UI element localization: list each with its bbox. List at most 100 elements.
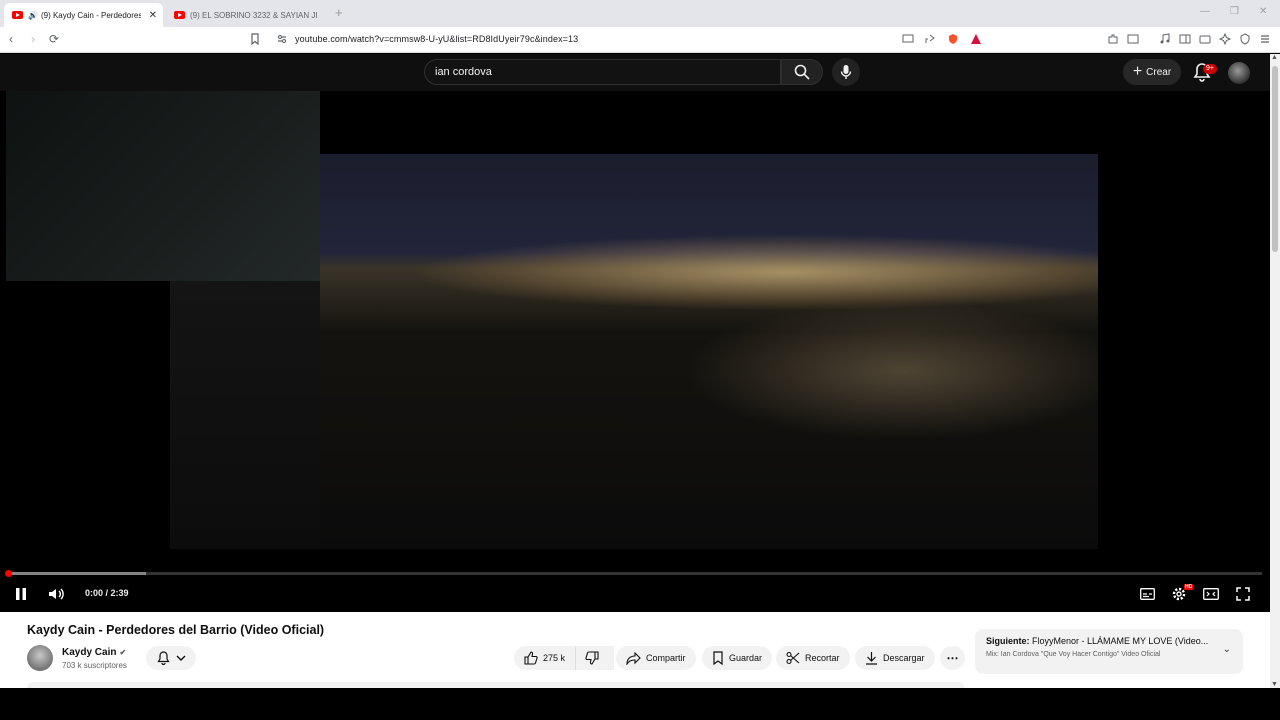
- extensions-icon[interactable]: [1107, 33, 1119, 45]
- forward-icon[interactable]: ›: [31, 32, 35, 46]
- channel-avatar[interactable]: [27, 645, 53, 671]
- browser-toolbar: ‹ › ⟳ youtube.com/watch?v=cmmsw8-U-yU&li…: [0, 27, 1280, 53]
- download-label: Descargar: [883, 653, 925, 663]
- pause-icon: [16, 588, 26, 600]
- bookmark-icon[interactable]: [249, 33, 261, 45]
- picture-in-picture-overlay[interactable]: [6, 91, 320, 281]
- more-horizontal-icon: ⋯: [946, 651, 959, 665]
- clip-label: Recortar: [805, 653, 840, 663]
- leo-ai-icon[interactable]: [1219, 33, 1231, 45]
- dislike-button[interactable]: [575, 646, 608, 670]
- media-controls-icon[interactable]: [1159, 33, 1171, 45]
- up-next-prefix: Siguiente:: [986, 636, 1030, 646]
- restore-icon[interactable]: ❐: [1230, 6, 1239, 17]
- share-icon: [626, 651, 641, 665]
- fullscreen-icon: [1236, 587, 1250, 601]
- verified-icon: ✔: [119, 648, 127, 657]
- clip-button[interactable]: Recortar: [776, 646, 850, 670]
- create-label: Crear: [1146, 66, 1172, 78]
- reload-icon[interactable]: ⟳: [49, 32, 59, 46]
- scrubber-handle[interactable]: [5, 570, 12, 577]
- video-info-section: Kaydy Cain - Perdedores del Barrio (Vide…: [0, 612, 1270, 688]
- progress-bar[interactable]: [5, 570, 1262, 577]
- subscription-bell-button[interactable]: [146, 646, 196, 670]
- menu-icon[interactable]: [1259, 33, 1271, 45]
- video-title: Kaydy Cain - Perdedores del Barrio (Vide…: [27, 623, 325, 637]
- youtube-favicon-icon: [174, 11, 185, 19]
- save-label: Guardar: [729, 653, 763, 663]
- search-icon: [794, 64, 810, 80]
- pause-button[interactable]: [14, 586, 28, 602]
- search-button[interactable]: [781, 59, 823, 85]
- new-tab-icon[interactable]: +: [335, 5, 343, 20]
- taskbar-area: [0, 688, 1280, 720]
- subtitles-button[interactable]: [1140, 586, 1155, 602]
- theater-mode-button[interactable]: [1203, 586, 1219, 602]
- tab-title: (9) EL SOBRINO 3232 & SAYIAN JIMMY: [190, 10, 318, 20]
- browser-tab[interactable]: (9) EL SOBRINO 3232 & SAYIAN JIMMY: [166, 3, 326, 27]
- vpn-shield-icon[interactable]: [1239, 33, 1251, 45]
- scroll-down-arrow-icon[interactable]: ▼: [1271, 681, 1278, 688]
- chevron-down-icon[interactable]: ⌄: [1223, 644, 1231, 655]
- tab-title: (9) Kaydy Cain - Perdedores del Barrio (…: [40, 10, 141, 20]
- up-next-title: FloyyMenor - LLÁMAME MY LOVE (Video...: [1032, 636, 1209, 646]
- search-input[interactable]: ian cordova: [424, 59, 781, 85]
- video-frame-left: [170, 281, 320, 549]
- back-icon[interactable]: ‹: [9, 32, 13, 46]
- plus-icon: +: [1132, 63, 1143, 80]
- share-label: Compartir: [646, 653, 686, 663]
- up-next-title-line: Siguiente: FloyyMenor - LLÁMAME MY LOVE …: [986, 636, 1216, 646]
- up-next-playlist: Mix: Ian Cordova "Que Voy Hacer Contigo"…: [986, 651, 1161, 658]
- scrollbar-thumb[interactable]: [1272, 66, 1278, 252]
- notifications-badge: 9+: [1203, 64, 1217, 74]
- share-button[interactable]: Compartir: [616, 646, 696, 670]
- sidebar-icon[interactable]: [1179, 33, 1191, 45]
- subtitles-icon: [1140, 588, 1155, 600]
- channel-name[interactable]: Kaydy Cain ✔: [62, 647, 126, 658]
- account-avatar[interactable]: [1228, 62, 1250, 84]
- save-button[interactable]: Guardar: [702, 646, 773, 670]
- bell-icon: [156, 651, 170, 665]
- download-icon: [866, 652, 877, 665]
- audio-playing-icon[interactable]: 🔊: [28, 11, 38, 20]
- translate-icon[interactable]: [1127, 33, 1139, 45]
- cast-icon[interactable]: [902, 33, 914, 45]
- close-window-icon[interactable]: ✕: [1259, 6, 1267, 17]
- brave-shield-icon[interactable]: [947, 33, 959, 45]
- thumbs-up-icon: [524, 651, 538, 665]
- volume-icon: [49, 588, 64, 600]
- share-page-icon[interactable]: [924, 33, 936, 45]
- theater-mode-icon: [1203, 588, 1219, 600]
- chevron-down-icon: [176, 655, 185, 661]
- screen: 🔊 (9) Kaydy Cain - Perdedores del Barrio…: [0, 0, 1280, 720]
- browser-tabstrip: 🔊 (9) Kaydy Cain - Perdedores del Barrio…: [0, 0, 1280, 27]
- youtube-favicon-icon: [12, 11, 23, 19]
- download-button[interactable]: Descargar: [855, 646, 935, 670]
- voice-search-button[interactable]: [832, 58, 860, 86]
- buffered-bar: [8, 572, 146, 575]
- create-button[interactable]: + Crear: [1123, 59, 1181, 85]
- browser-tab-active[interactable]: 🔊 (9) Kaydy Cain - Perdedores del Barrio…: [4, 3, 163, 27]
- time-display: 0:00 / 2:39: [85, 588, 129, 598]
- volume-button[interactable]: [48, 586, 65, 602]
- channel-name-text[interactable]: Kaydy Cain: [62, 647, 116, 658]
- brave-rewards-icon[interactable]: [970, 33, 982, 45]
- fullscreen-button[interactable]: [1236, 586, 1250, 602]
- address-bar[interactable]: youtube.com/watch?v=cmmsw8-U-yU&list=RD8…: [295, 34, 578, 44]
- scroll-up-arrow-icon[interactable]: ▲: [1271, 54, 1278, 61]
- minimize-icon[interactable]: —: [1200, 6, 1210, 17]
- close-tab-icon[interactable]: ✕: [149, 10, 157, 21]
- up-next-card[interactable]: Siguiente: FloyyMenor - LLÁMAME MY LOVE …: [975, 629, 1243, 674]
- video-frame[interactable]: [320, 154, 1098, 549]
- youtube-masthead: ian cordova + Crear: [0, 54, 1270, 91]
- more-actions-button[interactable]: ⋯: [940, 646, 965, 670]
- page-scrollbar[interactable]: ▲ ▼: [1270, 54, 1280, 688]
- microphone-icon: [840, 65, 852, 79]
- video-player[interactable]: 0:00 / 2:39 HD: [0, 91, 1270, 612]
- wallet-icon[interactable]: [1199, 33, 1211, 45]
- scissors-icon: [786, 651, 800, 665]
- thumbs-down-icon: [585, 651, 599, 665]
- site-settings-icon[interactable]: [276, 33, 288, 45]
- quality-badge: HD: [1184, 584, 1194, 590]
- like-count: 275 k: [543, 653, 566, 663]
